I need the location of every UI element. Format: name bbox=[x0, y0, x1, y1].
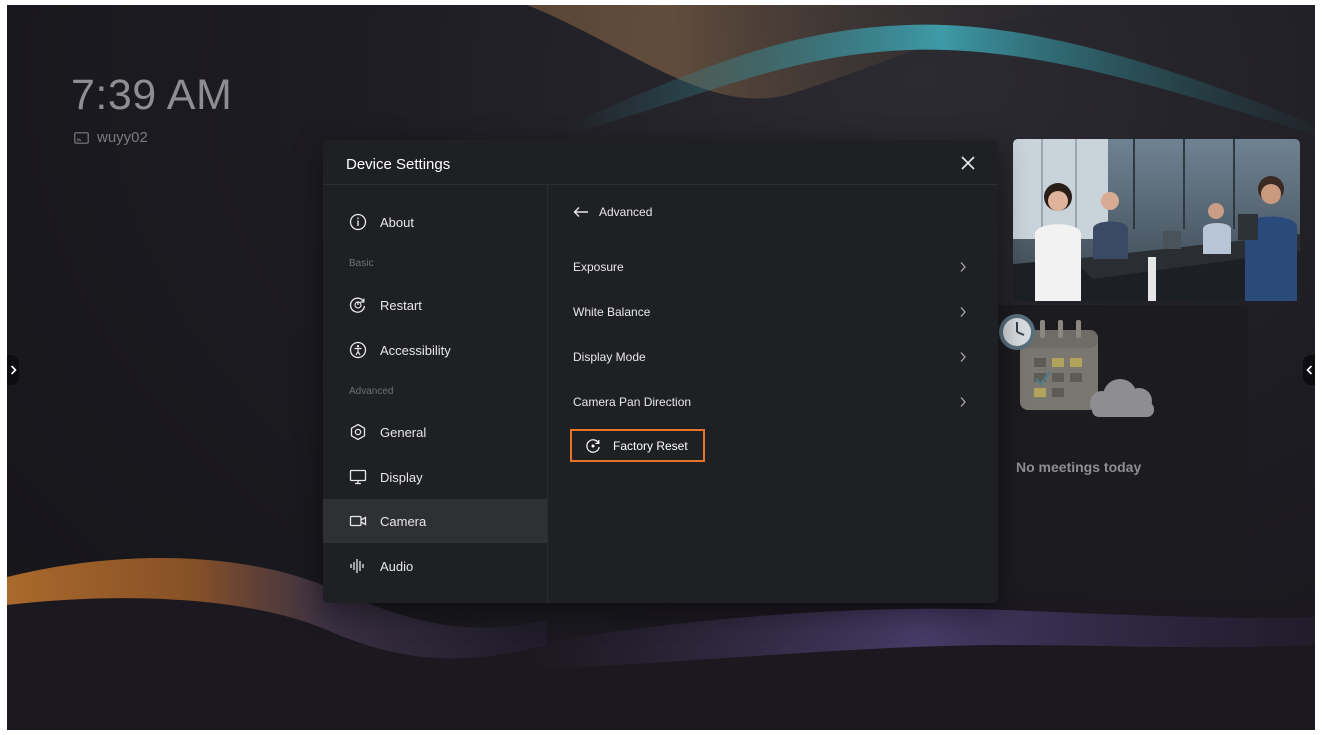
sidebar-item-label: Audio bbox=[380, 558, 414, 574]
dialog-header: Device Settings bbox=[323, 140, 998, 185]
factory-reset-icon bbox=[586, 439, 600, 453]
no-meetings-label: No meetings today bbox=[1016, 459, 1142, 475]
menu-item-label: White Balance bbox=[573, 305, 651, 319]
sidebar-item-label: Accessibility bbox=[380, 342, 451, 358]
sidebar-item-general[interactable]: General bbox=[323, 410, 547, 454]
sidebar-item-label: About bbox=[380, 214, 414, 230]
sidebar-item-about[interactable]: About bbox=[323, 200, 547, 244]
menu-item-display-mode[interactable]: Display Mode bbox=[548, 337, 998, 377]
dialog-title: Device Settings bbox=[346, 156, 451, 173]
chevron-right-icon bbox=[960, 307, 966, 317]
sidebar-item-display[interactable]: Display bbox=[323, 455, 547, 499]
section-advanced: Advanced bbox=[349, 386, 394, 397]
chevron-left-icon bbox=[1305, 365, 1312, 375]
menu-item-label: Exposure bbox=[573, 260, 624, 274]
section-basic: Basic bbox=[349, 258, 374, 269]
device-name-label: wuyy02 bbox=[97, 129, 148, 146]
audio-icon bbox=[350, 559, 364, 573]
menu-item-white-balance[interactable]: White Balance bbox=[548, 292, 998, 332]
sidebar-item-label: General bbox=[380, 424, 427, 440]
settings-sidebar: About Basic Restart Accessibility Advanc… bbox=[323, 185, 548, 603]
camera-preview bbox=[1013, 139, 1300, 301]
clock-time: 7:39 AM bbox=[71, 71, 233, 119]
gear-icon bbox=[350, 423, 366, 441]
chevron-right-edge-icon bbox=[10, 365, 17, 375]
sidebar-item-label: Display bbox=[380, 469, 423, 485]
sidebar-item-label: Camera bbox=[380, 513, 427, 529]
chevron-right-icon bbox=[960, 397, 966, 407]
menu-item-label: Camera Pan Direction bbox=[573, 395, 692, 409]
restart-icon bbox=[349, 297, 366, 313]
cast-icon bbox=[74, 131, 89, 144]
info-icon bbox=[349, 213, 367, 231]
menu-item-exposure[interactable]: Exposure bbox=[548, 247, 998, 287]
desktop-screen: 7:39 AM wuyy02 No meetings today Device … bbox=[7, 5, 1315, 730]
menu-item-camera-pan-direction[interactable]: Camera Pan Direction bbox=[548, 382, 998, 422]
device-settings-dialog: Device Settings About Basic Restart Acce… bbox=[323, 140, 998, 603]
left-drawer-handle[interactable] bbox=[7, 355, 19, 385]
menu-item-label: Display Mode bbox=[573, 350, 646, 364]
sidebar-item-restart[interactable]: Restart bbox=[323, 283, 547, 327]
close-icon[interactable] bbox=[956, 151, 980, 175]
back-arrow-icon bbox=[573, 207, 588, 217]
calendar-illustration bbox=[999, 314, 1154, 417]
sidebar-item-audio[interactable]: Audio bbox=[323, 544, 547, 588]
sidebar-item-camera[interactable]: Camera bbox=[323, 499, 547, 543]
sidebar-item-accessibility[interactable]: Accessibility bbox=[323, 328, 547, 372]
sidebar-item-label: Restart bbox=[380, 297, 422, 313]
camera-icon bbox=[349, 515, 367, 527]
advanced-panel: Advanced Exposure White Balance Display … bbox=[548, 185, 998, 603]
monitor-icon bbox=[349, 469, 367, 485]
factory-reset-label: Factory Reset bbox=[613, 439, 688, 453]
factory-reset-button[interactable]: Factory Reset bbox=[570, 429, 705, 462]
device-name: wuyy02 bbox=[74, 129, 148, 146]
chevron-right-icon bbox=[960, 262, 966, 272]
accessibility-icon bbox=[349, 341, 367, 359]
back-button[interactable]: Advanced bbox=[573, 205, 652, 219]
chevron-right-icon bbox=[960, 352, 966, 362]
back-label: Advanced bbox=[599, 205, 653, 219]
right-drawer-handle[interactable] bbox=[1303, 355, 1315, 385]
